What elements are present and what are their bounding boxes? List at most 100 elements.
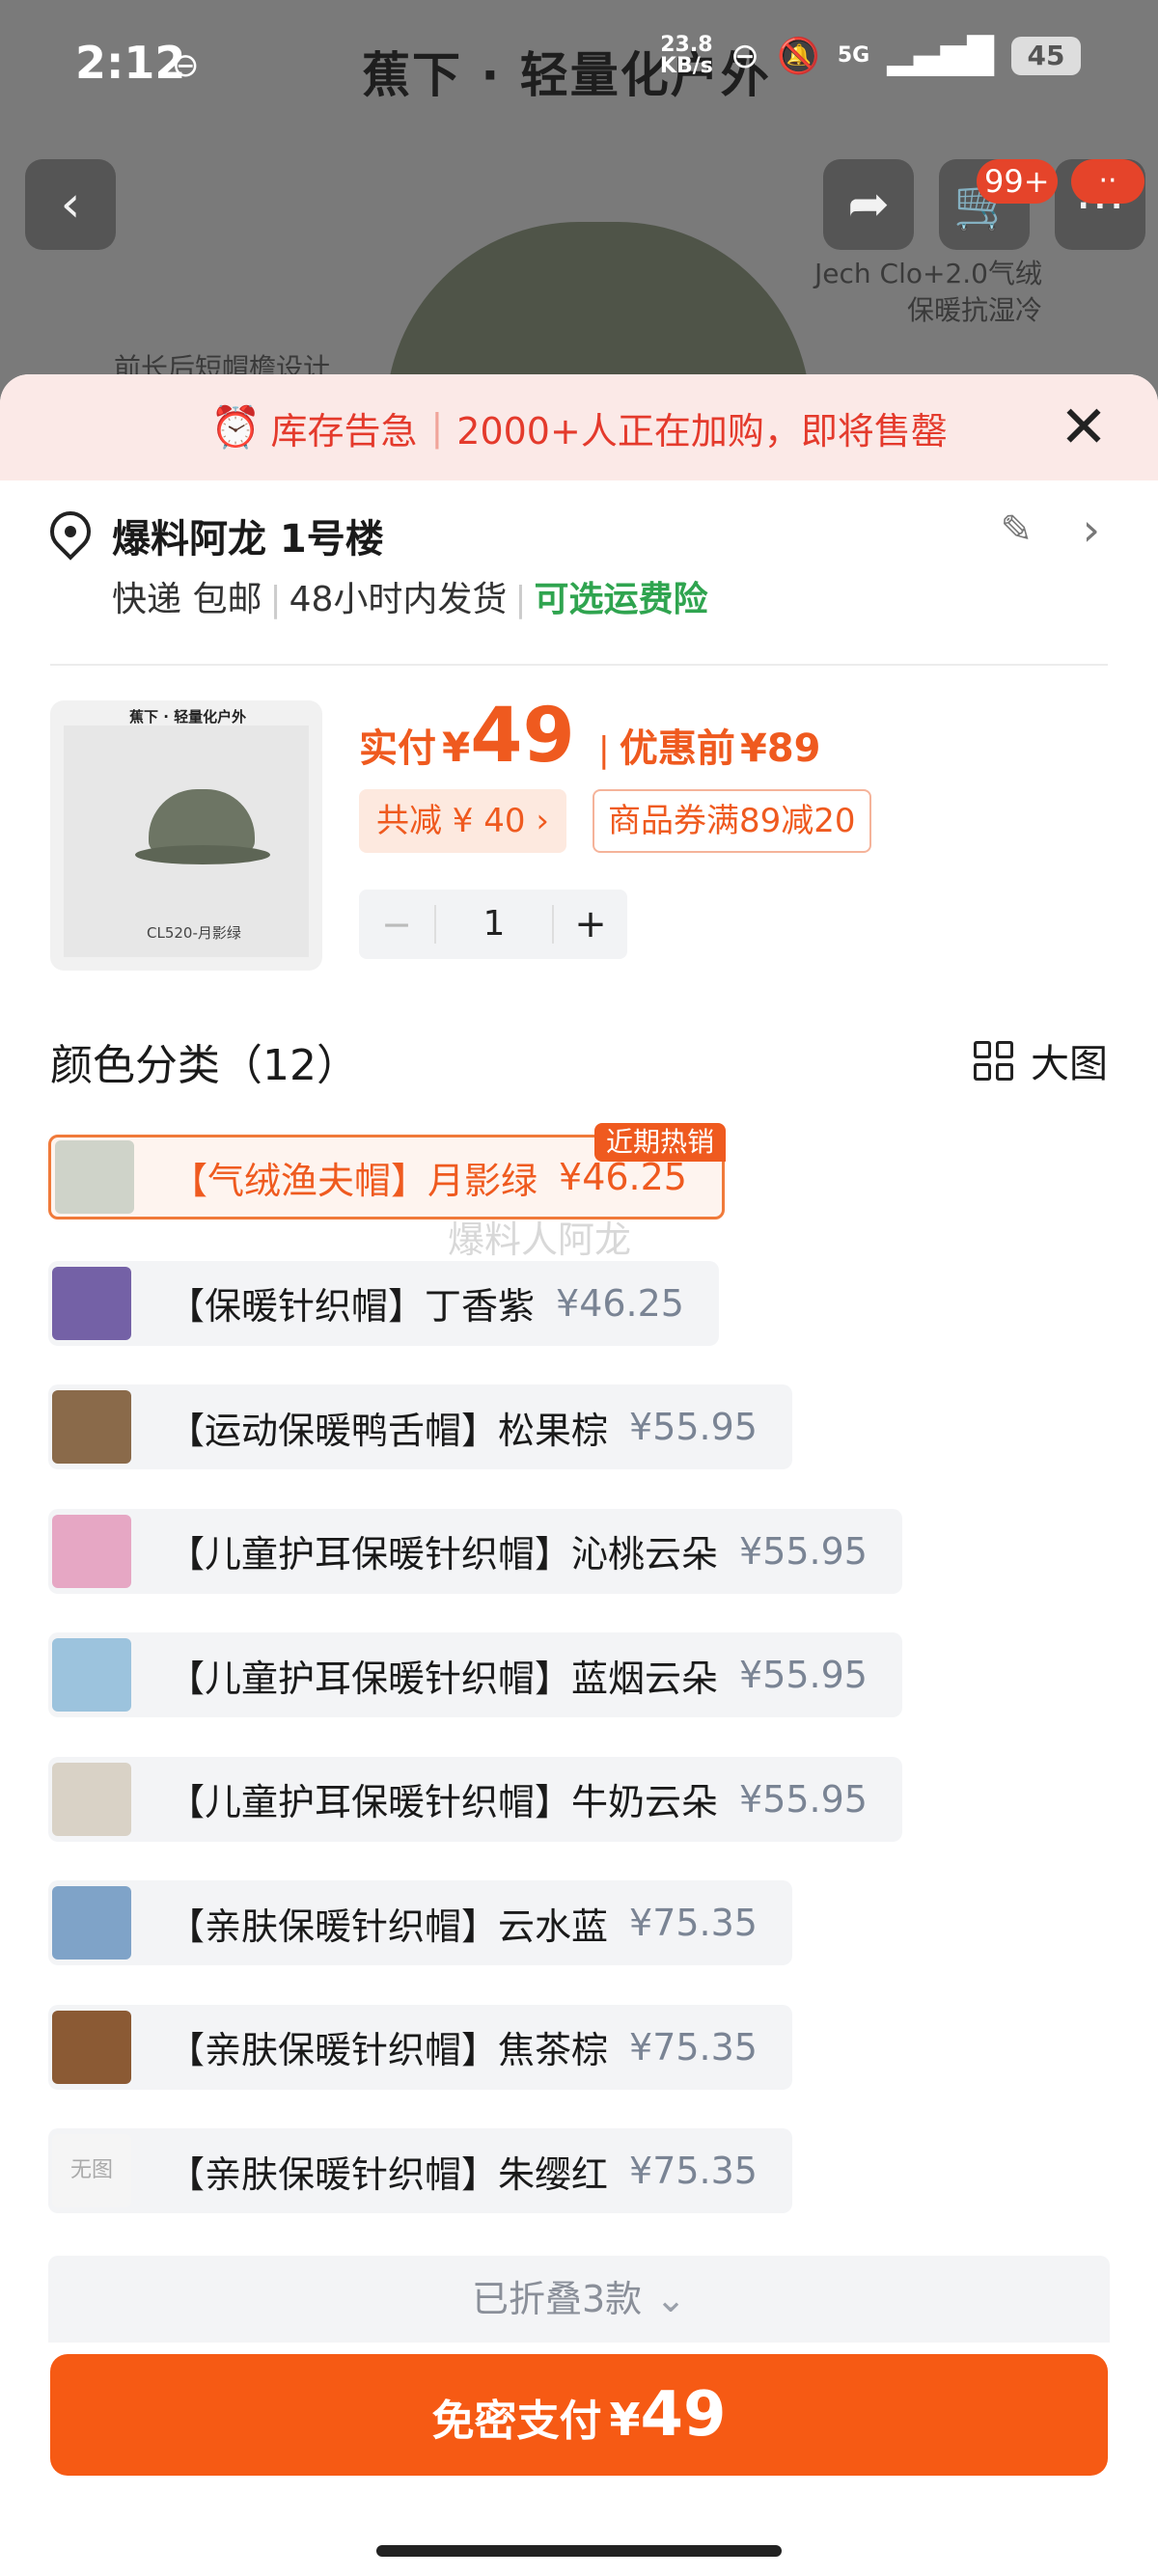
variant-option[interactable]: 【儿童护耳保暖针织帽】沁桃云朵 ¥55.95 (48, 1508, 902, 1594)
variant-name: 【运动保暖鸭舌帽】松果棕 (168, 1409, 609, 1452)
price-row: 实付 ¥49 | 优惠前 ¥89 (359, 693, 821, 780)
variant-price: ¥75.35 (629, 2150, 758, 2192)
home-indicator[interactable] (376, 2545, 782, 2557)
variant-price: ¥46.25 (556, 1281, 684, 1325)
before-price: ¥89 (740, 726, 821, 771)
thumb-brand: 蕉下 · 轻量化户外 (129, 708, 247, 726)
variant-thumbnail (52, 1266, 131, 1340)
variant-name: 【气绒渔夫帽】月影绿 (171, 1159, 538, 1202)
chevron-down-icon: ⌄ (655, 2278, 687, 2320)
shipping-method: 快递 包邮 (112, 580, 262, 619)
sku-sheet: ⏰ 库存告急 | 2000+人正在加购，即将售罄 ✕ 爆料阿龙 1号楼 ✎ › … (0, 374, 1158, 2576)
location-pin-icon (41, 503, 99, 561)
mute-icon: 🔕 (777, 37, 820, 76)
divider: | (269, 580, 282, 619)
share-icon: ➦ (847, 176, 890, 233)
quantity-stepper: − 1 + (359, 890, 627, 959)
battery-icon: 45 (1011, 37, 1081, 75)
stock-alert-text: 2000+人正在加购，即将售罄 (456, 409, 948, 452)
chevron-left-icon: ‹ (60, 176, 81, 233)
hot-sale-tag: 近期热销 (594, 1123, 727, 1162)
poster-note-line2: 保暖抗湿冷 (906, 294, 1042, 326)
variant-name: 【亲肤保暖针织帽】云水蓝 (168, 1905, 609, 1948)
link-icon: ⊖ (730, 36, 760, 76)
variant-option[interactable]: 无图 【亲肤保暖针织帽】朱缨红 ¥75.35 (48, 2128, 792, 2213)
variant-thumbnail (52, 1886, 131, 1959)
variant-price: ¥75.35 (629, 2025, 758, 2069)
variant-price: ¥75.35 (629, 1902, 758, 1944)
before-label: 优惠前 (619, 726, 735, 771)
stock-alert-title: 库存告急 (270, 409, 418, 452)
variant-name: 【亲肤保暖针织帽】焦茶棕 (168, 2029, 609, 2071)
pay-button[interactable]: 免密支付 ¥49 (50, 2354, 1108, 2476)
net-speed-value: 23.8 (660, 33, 713, 57)
shipping-insurance-link[interactable]: 可选运费险 (535, 580, 708, 619)
edit-icon[interactable]: ✎ (1000, 507, 1033, 552)
address-name: 爆料阿龙 1号楼 (112, 517, 384, 562)
color-category-title: 颜色分类（12） (50, 1041, 359, 1090)
alarm-clock-icon: ⏰ (210, 403, 262, 451)
share-button[interactable]: ➦ (823, 159, 914, 250)
net-speed-unit: KB/s (659, 54, 713, 78)
variant-name: 【儿童护耳保暖针织帽】牛奶云朵 (168, 1781, 719, 1823)
hat-brim (135, 845, 270, 864)
price-divider: | (597, 730, 610, 770)
variant-option[interactable]: 【保暖针织帽】丁香紫 ¥46.25 (48, 1260, 719, 1346)
increase-button[interactable]: + (554, 902, 627, 946)
price-currency: ¥ (442, 724, 471, 771)
variant-price: ¥55.95 (629, 1406, 758, 1448)
variant-thumbnail (52, 1390, 131, 1464)
variant-thumbnail (55, 1140, 134, 1214)
signal-label: 5G (837, 43, 870, 68)
large-image-label: 大图 (1031, 1042, 1108, 1086)
net-speed: 23.8 KB/s (660, 35, 713, 77)
variant-thumbnail (52, 1762, 131, 1836)
variant-price: ¥46.25 (559, 1156, 687, 1198)
status-time: 2:12 (75, 37, 186, 89)
variant-option[interactable]: 【亲肤保暖针织帽】云水蓝 ¥75.35 (48, 1880, 792, 1965)
status-bar: 2:12 ⊖ 23.8 KB/s ⊖ 🔕 5G ▂▄▆█ 45 (0, 0, 1158, 135)
final-price: 49 (470, 693, 575, 780)
variant-thumbnail (52, 1514, 131, 1588)
poster-note-line1: Jech Clo+2.0气绒 (814, 258, 1042, 289)
status-icons: 23.8 KB/s ⊖ 🔕 5G ▂▄▆█ 45 (660, 35, 1081, 77)
discount-detail-button[interactable]: 共减 ¥ 40 › (359, 789, 566, 853)
chevron-right-icon[interactable]: › (1083, 504, 1100, 556)
back-button[interactable]: ‹ (25, 159, 116, 250)
variant-option[interactable]: 【儿童护耳保暖针织帽】牛奶云朵 ¥55.95 (48, 1756, 902, 1842)
message-badge: ·· (1071, 159, 1144, 204)
variant-name: 【保暖针织帽】丁香紫 (168, 1285, 536, 1328)
variant-price: ¥55.95 (739, 1777, 868, 1821)
watermark: 爆料人阿龙 (448, 1219, 632, 1261)
variant-name: 【儿童护耳保暖针织帽】蓝烟云朵 (168, 1657, 719, 1700)
section-divider (50, 664, 1108, 666)
variant-thumbnail (52, 1638, 131, 1712)
large-image-toggle[interactable]: 大图 (974, 1032, 1108, 1088)
stock-alert-banner: ⏰ 库存告急 | 2000+人正在加购，即将售罄 (0, 374, 1158, 480)
decrease-button[interactable]: − (359, 903, 434, 945)
price-label: 实付 (359, 726, 436, 771)
variant-name: 【亲肤保暖针织帽】朱缨红 (168, 2152, 609, 2196)
variant-option[interactable]: 【运动保暖鸭舌帽】松果棕 ¥55.95 (48, 1384, 792, 1469)
grid-icon (974, 1040, 1013, 1081)
folded-label: 已折叠3款 (471, 2278, 643, 2320)
thumb-caption: CL520-月影绿 (147, 924, 241, 942)
cart-badge: 99+ (977, 159, 1058, 204)
divider: | (514, 580, 527, 619)
variant-option[interactable]: 【儿童护耳保暖针织帽】蓝烟云朵 ¥55.95 (48, 1632, 902, 1717)
hat-image (149, 789, 255, 853)
quantity-input[interactable]: 1 (434, 905, 554, 944)
variant-price: ¥55.95 (739, 1529, 868, 1573)
shipping-info: 快递 包邮 | 48小时内发货 | 可选运费险 (112, 571, 708, 621)
alert-divider: | (430, 406, 444, 449)
variant-price: ¥55.95 (739, 1654, 868, 1696)
link-icon: ⊖ (172, 46, 200, 85)
variant-name: 【儿童护耳保暖针织帽】沁桃云朵 (168, 1533, 719, 1576)
product-thumbnail[interactable]: 蕉下 · 轻量化户外 CL520-月影绿 (50, 700, 322, 971)
close-button[interactable]: ✕ (1052, 396, 1116, 459)
variant-thumbnail (52, 2010, 131, 2084)
folded-variants-toggle[interactable]: 已折叠3款 ⌄ (48, 2256, 1110, 2343)
close-icon: ✕ (1059, 394, 1109, 461)
pay-currency: ¥ (609, 2394, 641, 2446)
variant-option[interactable]: 【亲肤保暖针织帽】焦茶棕 ¥75.35 (48, 2004, 792, 2090)
